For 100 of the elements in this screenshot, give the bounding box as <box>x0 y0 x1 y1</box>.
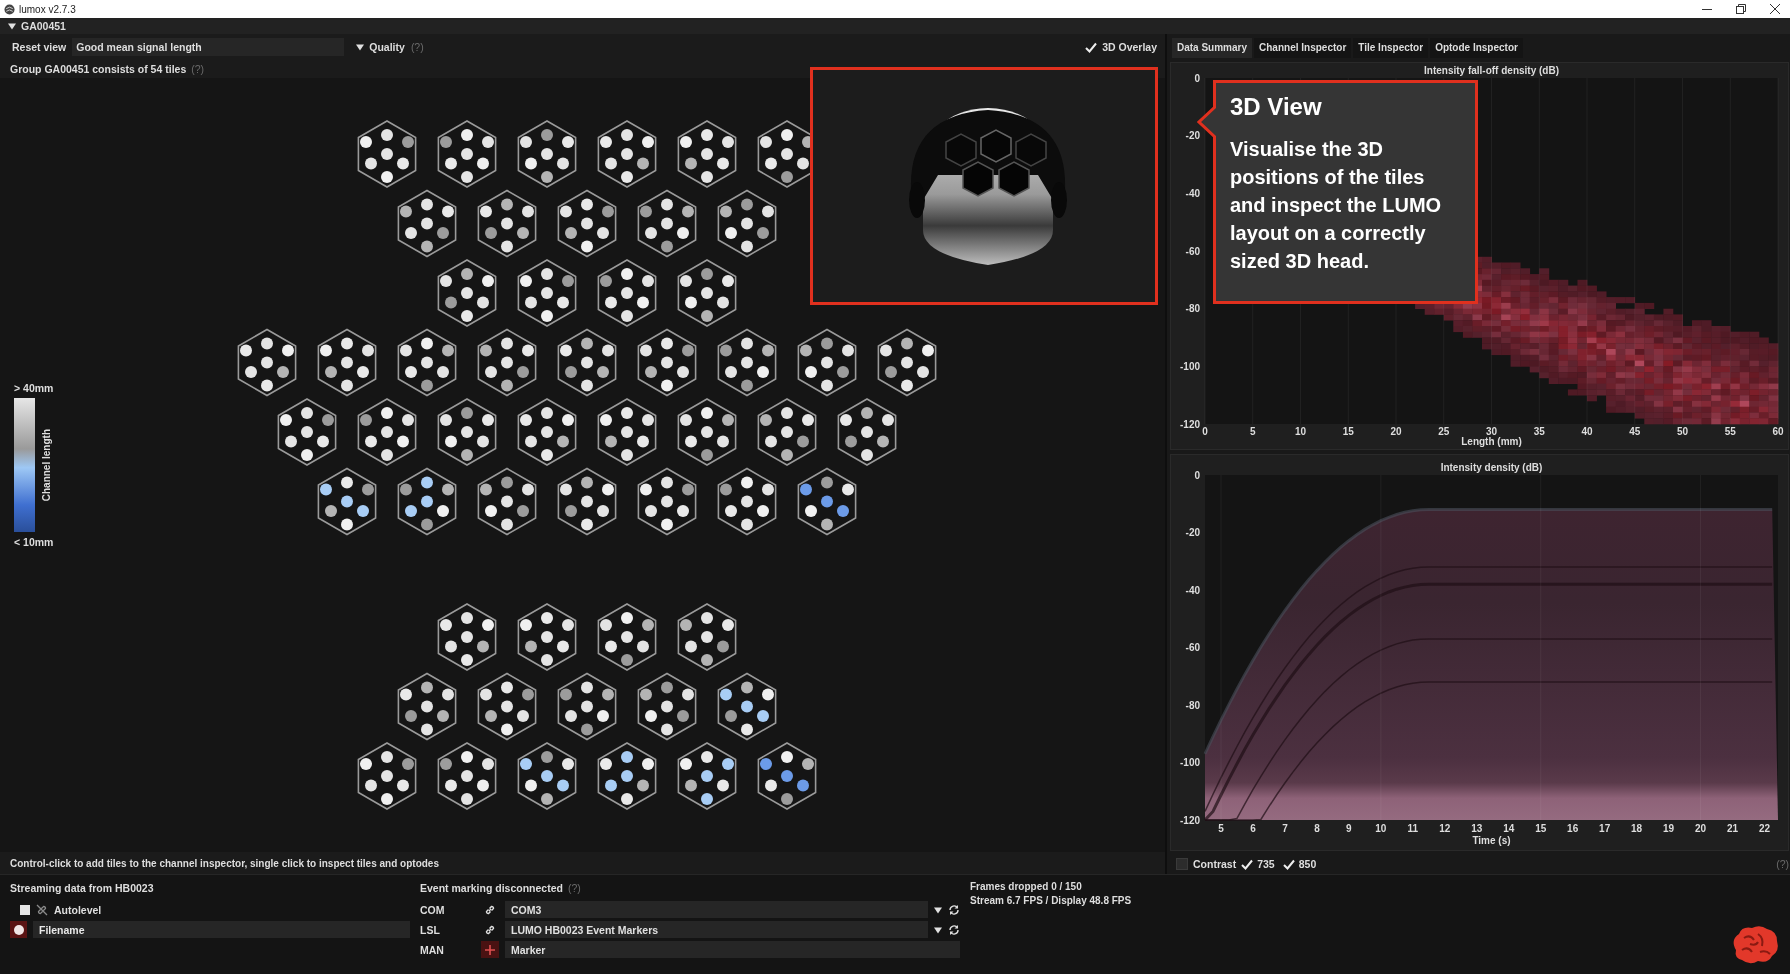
optode-dot[interactable] <box>645 227 657 239</box>
optode-dot[interactable] <box>421 495 433 508</box>
optode-dot[interactable] <box>597 227 609 239</box>
optode-dot[interactable] <box>581 723 593 736</box>
optode-dot[interactable] <box>640 205 652 218</box>
optode-dot[interactable] <box>722 619 734 631</box>
optode-dot[interactable] <box>405 227 417 239</box>
optode-dot[interactable] <box>280 414 292 426</box>
link-icon[interactable] <box>484 903 496 916</box>
optode-dot[interactable] <box>421 337 433 350</box>
optode-dot[interactable] <box>661 240 673 253</box>
optode-dot[interactable] <box>741 700 753 713</box>
optode-dot[interactable] <box>621 287 633 299</box>
optode-dot[interactable] <box>621 612 633 624</box>
optode-dot[interactable] <box>685 779 697 792</box>
optode-dot[interactable] <box>701 426 713 438</box>
optode-dot[interactable] <box>765 435 777 448</box>
optode-dot[interactable] <box>685 296 697 309</box>
checkbox[interactable] <box>1176 858 1188 871</box>
caret-icon[interactable] <box>356 43 365 51</box>
optode-dot[interactable] <box>402 758 414 770</box>
optode-dot[interactable] <box>821 495 833 508</box>
optode-dot[interactable] <box>541 310 553 322</box>
optode-dot[interactable] <box>680 758 692 770</box>
optode-dot[interactable] <box>381 171 393 183</box>
optode-dot[interactable] <box>421 217 433 230</box>
optode-dot[interactable] <box>522 688 534 701</box>
optode-dot[interactable] <box>861 449 873 461</box>
optode-dot[interactable] <box>320 344 332 357</box>
optode-dot[interactable] <box>605 157 617 170</box>
optode-dot[interactable] <box>621 654 633 666</box>
optode-dot[interactable] <box>762 483 774 496</box>
tab[interactable]: Tile Inspector <box>1353 38 1429 58</box>
optode-dot[interactable] <box>402 414 414 426</box>
optode-dot[interactable] <box>741 379 753 392</box>
optode-dot[interactable] <box>722 414 734 426</box>
optode-dot[interactable] <box>501 198 513 211</box>
optode-dot[interactable] <box>285 435 297 448</box>
optode-dot[interactable] <box>517 505 529 517</box>
optode-dot[interactable] <box>821 356 833 369</box>
optode-dot[interactable] <box>541 287 553 299</box>
optode-dot[interactable] <box>437 505 449 517</box>
optode-dot[interactable] <box>917 366 929 378</box>
optode-dot[interactable] <box>445 640 457 653</box>
optode-dot[interactable] <box>437 366 449 378</box>
optode-dot[interactable] <box>661 723 673 736</box>
optode-dot[interactable] <box>480 483 492 496</box>
optode-dot[interactable] <box>562 414 574 426</box>
optode-dot[interactable] <box>341 356 353 369</box>
optode-dot[interactable] <box>661 217 673 230</box>
tile-outline[interactable] <box>397 467 457 536</box>
optode-dot[interactable] <box>760 414 772 426</box>
optode-dot[interactable] <box>661 356 673 369</box>
optode-dot[interactable] <box>677 366 689 378</box>
optode-dot[interactable] <box>581 495 593 508</box>
checkbox[interactable] <box>20 904 30 915</box>
optode-dot[interactable] <box>645 710 657 722</box>
tile-outline[interactable] <box>437 603 497 671</box>
optode-dot[interactable] <box>421 681 433 694</box>
optode-dot[interactable] <box>717 157 729 170</box>
optode-dot[interactable] <box>360 758 372 770</box>
optode-dot[interactable] <box>725 710 737 722</box>
optode-dot[interactable] <box>522 205 534 218</box>
optode-dot[interactable] <box>485 505 497 517</box>
optode-dot[interactable] <box>560 483 572 496</box>
optode-dot[interactable] <box>477 640 489 653</box>
optode-dot[interactable] <box>440 275 452 287</box>
select-field[interactable]: COM3 <box>505 901 928 918</box>
optode-dot[interactable] <box>597 366 609 378</box>
optode-dot[interactable] <box>741 681 753 694</box>
optode-dot[interactable] <box>541 654 553 666</box>
optode-dot[interactable] <box>562 136 574 148</box>
optode-dot[interactable] <box>445 157 457 170</box>
optode-dot[interactable] <box>397 435 409 448</box>
optode-dot[interactable] <box>741 217 753 230</box>
optode-dot[interactable] <box>682 688 694 701</box>
optode-dot[interactable] <box>541 793 553 805</box>
tile-outline[interactable] <box>397 328 457 397</box>
check-icon[interactable] <box>1085 41 1098 53</box>
optode-dot[interactable] <box>522 483 534 496</box>
optode-dot[interactable] <box>637 435 649 448</box>
tile-outline[interactable] <box>677 742 737 810</box>
optode-dot[interactable] <box>821 337 833 350</box>
optode-dot[interactable] <box>442 344 454 357</box>
tile-outline[interactable] <box>517 398 577 466</box>
optode-dot[interactable] <box>621 751 633 763</box>
optode-dot[interactable] <box>501 217 513 230</box>
optode-dot[interactable] <box>741 337 753 350</box>
optode-dot[interactable] <box>501 700 513 713</box>
optode-dot[interactable] <box>661 337 673 350</box>
tile-outline[interactable] <box>597 120 657 188</box>
plus-icon[interactable] <box>485 944 495 955</box>
caret-icon[interactable] <box>8 22 16 30</box>
filename-input[interactable]: Filename <box>33 921 410 938</box>
optode-dot[interactable] <box>842 344 854 357</box>
optode-dot[interactable] <box>341 518 353 531</box>
tile-outline[interactable] <box>557 328 617 397</box>
tile-outline[interactable] <box>357 742 417 810</box>
optode-dot[interactable] <box>701 268 713 280</box>
optode-dot[interactable] <box>682 483 694 496</box>
